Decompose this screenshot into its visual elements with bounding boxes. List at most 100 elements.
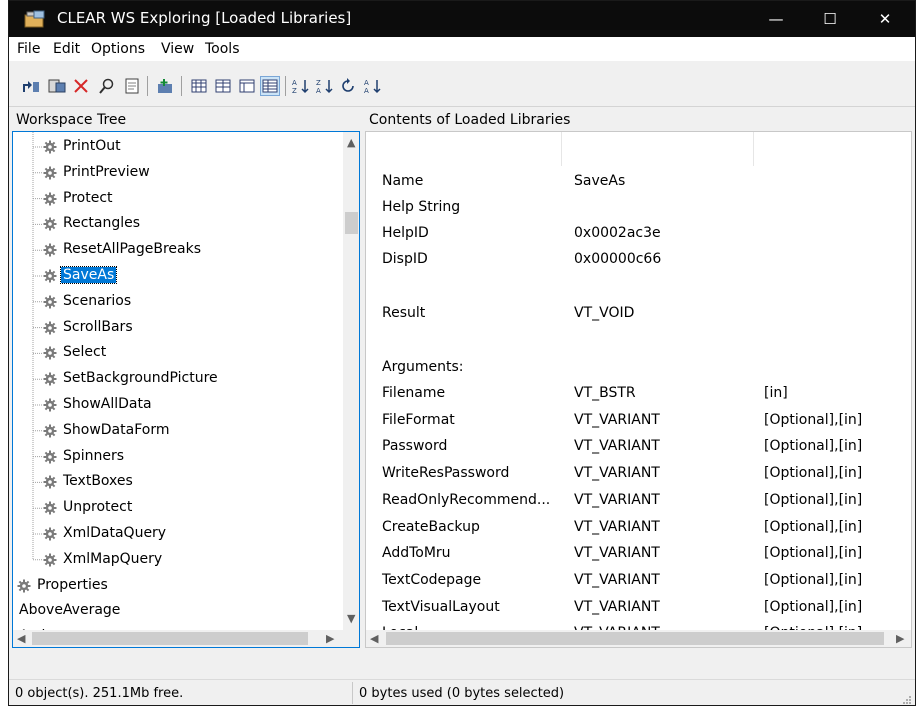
tree-item-label: Scenarios <box>63 292 132 309</box>
refresh-icon[interactable] <box>339 76 359 96</box>
menu-view[interactable]: View <box>161 41 194 57</box>
tree-item[interactable]: XmlDataQuery <box>13 523 359 549</box>
tree-item[interactable]: PrintPreview <box>13 162 359 188</box>
scroll-up-icon[interactable]: ▲ <box>347 136 355 149</box>
tree-item-label: Rectangles <box>63 215 141 232</box>
menu-tools[interactable]: Tools <box>205 41 240 57</box>
title-bar[interactable]: CLEAR WS Exploring [Loaded Libraries] — … <box>9 1 915 37</box>
method-icon <box>43 372 57 386</box>
method-icon <box>43 553 57 567</box>
method-icon <box>43 140 57 154</box>
argument-type: VT_VARIANT <box>574 545 660 562</box>
contents-header: Contents of Loaded Libraries <box>365 109 912 132</box>
result-value: VT_VOID <box>574 305 635 321</box>
scroll-left-icon[interactable]: ◀ <box>17 632 25 645</box>
property-name: HelpID <box>382 225 429 241</box>
pane-splitter[interactable] <box>360 109 364 677</box>
sort-descending-icon[interactable]: ZA <box>315 76 335 96</box>
argument-type: VT_BSTR <box>574 385 636 401</box>
maximize-button[interactable]: ☐ <box>807 1 853 37</box>
svg-text:A: A <box>364 87 369 94</box>
tree-item[interactable]: Spinners <box>13 446 359 472</box>
view-small-icons-icon[interactable] <box>213 76 233 96</box>
toolbar-separator <box>285 76 286 96</box>
scroll-right-icon[interactable]: ▶ <box>896 632 904 645</box>
properties-icon <box>17 579 31 593</box>
tree-item[interactable]: SetBackgroundPicture <box>13 368 359 394</box>
tree-vertical-scrollbar[interactable]: ▲ ▼ <box>343 132 359 647</box>
result-label: Result <box>382 305 426 321</box>
sort-ascending-icon[interactable]: AZ <box>291 76 311 96</box>
status-bar: 0 object(s). 251.1Mb free. 0 bytes used … <box>9 679 915 705</box>
workspace-tree[interactable]: PrintOut PrintPreview Protect Rectangles Res… <box>12 131 360 648</box>
menu-bar: File Edit Options View Tools <box>9 37 915 61</box>
method-icon <box>43 166 57 180</box>
window-title: CLEAR WS Exploring [Loaded Libraries] <box>57 9 352 27</box>
method-icon <box>43 424 57 438</box>
tree-item[interactable]: ScrollBars <box>13 317 359 343</box>
new-item-icon[interactable] <box>155 76 175 96</box>
argument-type: VT_VARIANT <box>574 491 660 508</box>
workspace-tree-header: Workspace Tree <box>12 109 360 132</box>
scrollbar-thumb[interactable] <box>32 632 308 645</box>
tree-item[interactable]: Rectangles <box>13 213 359 239</box>
tree-root-item[interactable]: AboveAverage <box>13 600 359 626</box>
arguments-label: Arguments: <box>382 359 464 375</box>
tree-item[interactable]: PrintOut <box>13 136 359 162</box>
tree-item[interactable]: SaveAs <box>13 265 359 291</box>
tree-item[interactable]: Select <box>13 342 359 368</box>
tree-item[interactable]: Scenarios <box>13 291 359 317</box>
argument-name: CreateBackup <box>382 518 480 535</box>
tree-item-label: XmlMapQuery <box>63 550 163 567</box>
go-up-icon[interactable] <box>21 76 41 96</box>
tree-root-item[interactable]: Properties <box>13 575 359 601</box>
method-icon <box>43 527 57 541</box>
app-icon <box>24 10 45 28</box>
tree-item[interactable]: ShowAllData <box>13 394 359 420</box>
library-icon[interactable] <box>47 76 67 96</box>
scroll-down-icon[interactable]: ▼ <box>347 612 355 625</box>
minimize-button[interactable]: — <box>753 1 799 37</box>
argument-type: VT_VARIANT <box>574 465 660 482</box>
tree-item[interactable]: ResetAllPageBreaks <box>13 239 359 265</box>
sort-options-icon[interactable]: AA <box>363 76 383 96</box>
tree-item-label: ShowAllData <box>63 396 152 412</box>
tree-item[interactable]: Unprotect <box>13 497 359 523</box>
argument-type: VT_VARIANT <box>574 571 660 588</box>
argument-flags: [Optional],[in] <box>764 571 863 588</box>
toolbar-separator <box>181 76 182 96</box>
contents-horizontal-scrollbar[interactable]: ◀ ▶ <box>366 630 911 647</box>
menu-file[interactable]: File <box>17 41 40 57</box>
scrollbar-thumb[interactable] <box>345 212 358 234</box>
view-list-icon[interactable] <box>237 76 257 96</box>
argument-name: TextCodepage <box>382 571 482 588</box>
tree-item[interactable]: TextBoxes <box>13 471 359 497</box>
tree-item[interactable]: XmlMapQuery <box>13 549 359 575</box>
view-large-icons-icon[interactable] <box>189 76 209 96</box>
tree-item[interactable]: Protect <box>13 188 359 214</box>
menu-options[interactable]: Options <box>91 41 145 57</box>
argument-flags: [Optional],[in] <box>764 411 863 428</box>
tree-item[interactable]: ShowDataForm <box>13 420 359 446</box>
status-right: 0 bytes used (0 bytes selected) <box>359 686 565 701</box>
menu-edit[interactable]: Edit <box>53 41 80 57</box>
contents-panel: Name SaveAs Help String HelpID 0x0002ac3e Dis… <box>365 131 912 648</box>
property-value: 0x0002ac3e <box>574 225 661 241</box>
close-button[interactable]: ✕ <box>862 1 908 37</box>
find-icon[interactable] <box>97 76 117 96</box>
method-icon <box>43 243 57 257</box>
tree-horizontal-scrollbar[interactable]: ◀ ▶ <box>13 630 343 647</box>
scrollbar-thumb[interactable] <box>386 632 884 645</box>
argument-name: AddToMru <box>382 545 451 562</box>
svg-text:A: A <box>316 87 321 94</box>
scroll-left-icon[interactable]: ◀ <box>370 632 378 645</box>
argument-flags: [Optional],[in] <box>764 438 863 455</box>
argument-name: FileFormat <box>382 411 455 428</box>
tree-item-label: Select <box>63 344 107 361</box>
preview-icon[interactable] <box>123 76 143 96</box>
resize-grip-icon[interactable] <box>902 695 912 705</box>
delete-icon[interactable] <box>71 76 91 96</box>
scroll-right-icon[interactable]: ▶ <box>326 632 334 645</box>
argument-flags: [Optional],[in] <box>764 491 863 508</box>
view-details-icon[interactable] <box>260 76 280 96</box>
